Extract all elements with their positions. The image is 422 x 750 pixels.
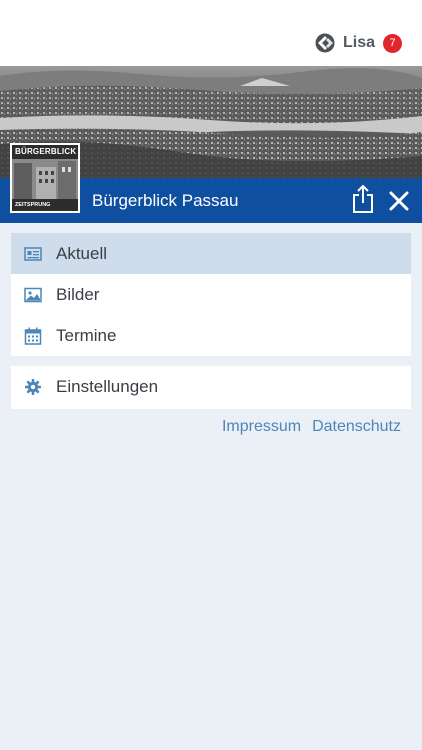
- calendar-icon: [24, 327, 42, 345]
- app-logo-icon: [315, 33, 335, 53]
- menu-label-bilder: Bilder: [56, 284, 100, 304]
- menu-label-aktuell: Aktuell: [56, 243, 108, 263]
- thumbnail-title: BÜRGERBLICK: [12, 145, 78, 159]
- image-icon: [24, 287, 42, 303]
- username: Lisa: [342, 34, 375, 51]
- bürgerblick-thumbnail: BÜRGERBLICK ZEITSPRUNG: [10, 143, 80, 213]
- settings-menu: Einstellungen: [11, 366, 411, 409]
- menu-item-einstellungen[interactable]: Einstellungen: [11, 366, 411, 407]
- top-bar: Lisa 7: [0, 0, 422, 66]
- notification-badge: 7: [383, 33, 402, 53]
- menu-item-bilder[interactable]: Bilder: [11, 274, 411, 315]
- page-title: Bürgerblick Passau: [92, 191, 239, 210]
- thumbnail-subtitle: ZEITSPRUNG: [12, 199, 78, 211]
- datenschutz-link[interactable]: Datenschutz: [312, 418, 401, 436]
- share-icon[interactable]: [350, 184, 376, 214]
- main-menu: Aktuell Bilder Termine: [11, 233, 411, 356]
- user-chip[interactable]: Lisa 7: [315, 33, 402, 53]
- close-icon[interactable]: [388, 190, 410, 212]
- thumbnail-photo: [12, 159, 78, 201]
- footer-links: Impressum Datenschutz: [222, 418, 401, 436]
- menu-label-termine: Termine: [56, 325, 117, 345]
- menu-item-aktuell[interactable]: Aktuell: [11, 233, 411, 274]
- news-icon: [24, 247, 42, 261]
- impressum-link[interactable]: Impressum: [222, 418, 301, 436]
- gear-icon: [25, 379, 41, 395]
- menu-item-termine[interactable]: Termine: [11, 315, 411, 356]
- menu-label-einstellungen: Einstellungen: [56, 376, 159, 396]
